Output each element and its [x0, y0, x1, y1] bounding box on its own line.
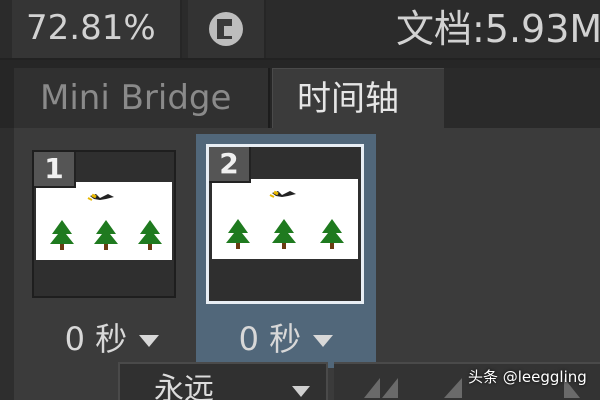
tree-icon: [226, 219, 250, 249]
status-bar: 72.81% 文档:5.93M: [0, 0, 600, 60]
frame-2[interactable]: 2 0 秒: [196, 134, 376, 368]
frame-1[interactable]: 1 0 秒: [18, 134, 198, 368]
tab-mini-bridge[interactable]: Mini Bridge: [14, 68, 270, 128]
tree-icon: [272, 219, 296, 249]
tree-icon: [320, 219, 344, 249]
frame-image: [50, 193, 162, 250]
timeline-screenshot: 72.81% 文档:5.93M Mini Bridge 时间轴 1 0 秒 2 …: [0, 0, 600, 400]
chevron-down-icon: [292, 386, 310, 397]
document-size: 文档:5.93M: [396, 7, 600, 51]
frame-delay-label: 0 秒: [238, 320, 302, 358]
timeline-panel: 1 0 秒 2 0 秒 永远: [0, 128, 600, 400]
panel-tab-bar: Mini Bridge 时间轴: [0, 60, 600, 128]
zoom-level[interactable]: 72.81%: [12, 0, 182, 58]
frame-number: 1: [34, 152, 76, 188]
bird-icon: [269, 190, 296, 198]
frame-delay-selector[interactable]: 0 秒: [196, 314, 376, 360]
chevron-down-icon: [139, 335, 160, 347]
tab-bar-empty: [444, 68, 600, 128]
frame-thumbnail-box[interactable]: 1: [32, 150, 176, 298]
bird-icon: [87, 193, 114, 201]
frame-number: 2: [209, 147, 251, 183]
loop-options-select[interactable]: 永远: [118, 362, 328, 400]
tree-icon: [138, 220, 162, 250]
status-circle-icon: [209, 12, 243, 46]
chevron-down-icon: [313, 335, 334, 347]
watermark: 头条 @leeggling: [468, 368, 587, 386]
frame-delay-label: 0 秒: [64, 320, 128, 358]
tree-icon: [94, 220, 118, 250]
status-menu-icon[interactable]: [188, 0, 266, 58]
frame-thumbnail: [36, 182, 172, 260]
loop-value: 永远: [154, 372, 214, 400]
tree-icon: [50, 220, 74, 250]
frame-delay-selector[interactable]: 0 秒: [22, 314, 202, 360]
frame-image: [226, 190, 344, 249]
panel-edge: [0, 128, 14, 400]
frame-thumbnail: [212, 179, 358, 259]
tab-timeline[interactable]: 时间轴: [272, 68, 444, 128]
frame-thumbnail-box[interactable]: 2: [206, 144, 364, 304]
